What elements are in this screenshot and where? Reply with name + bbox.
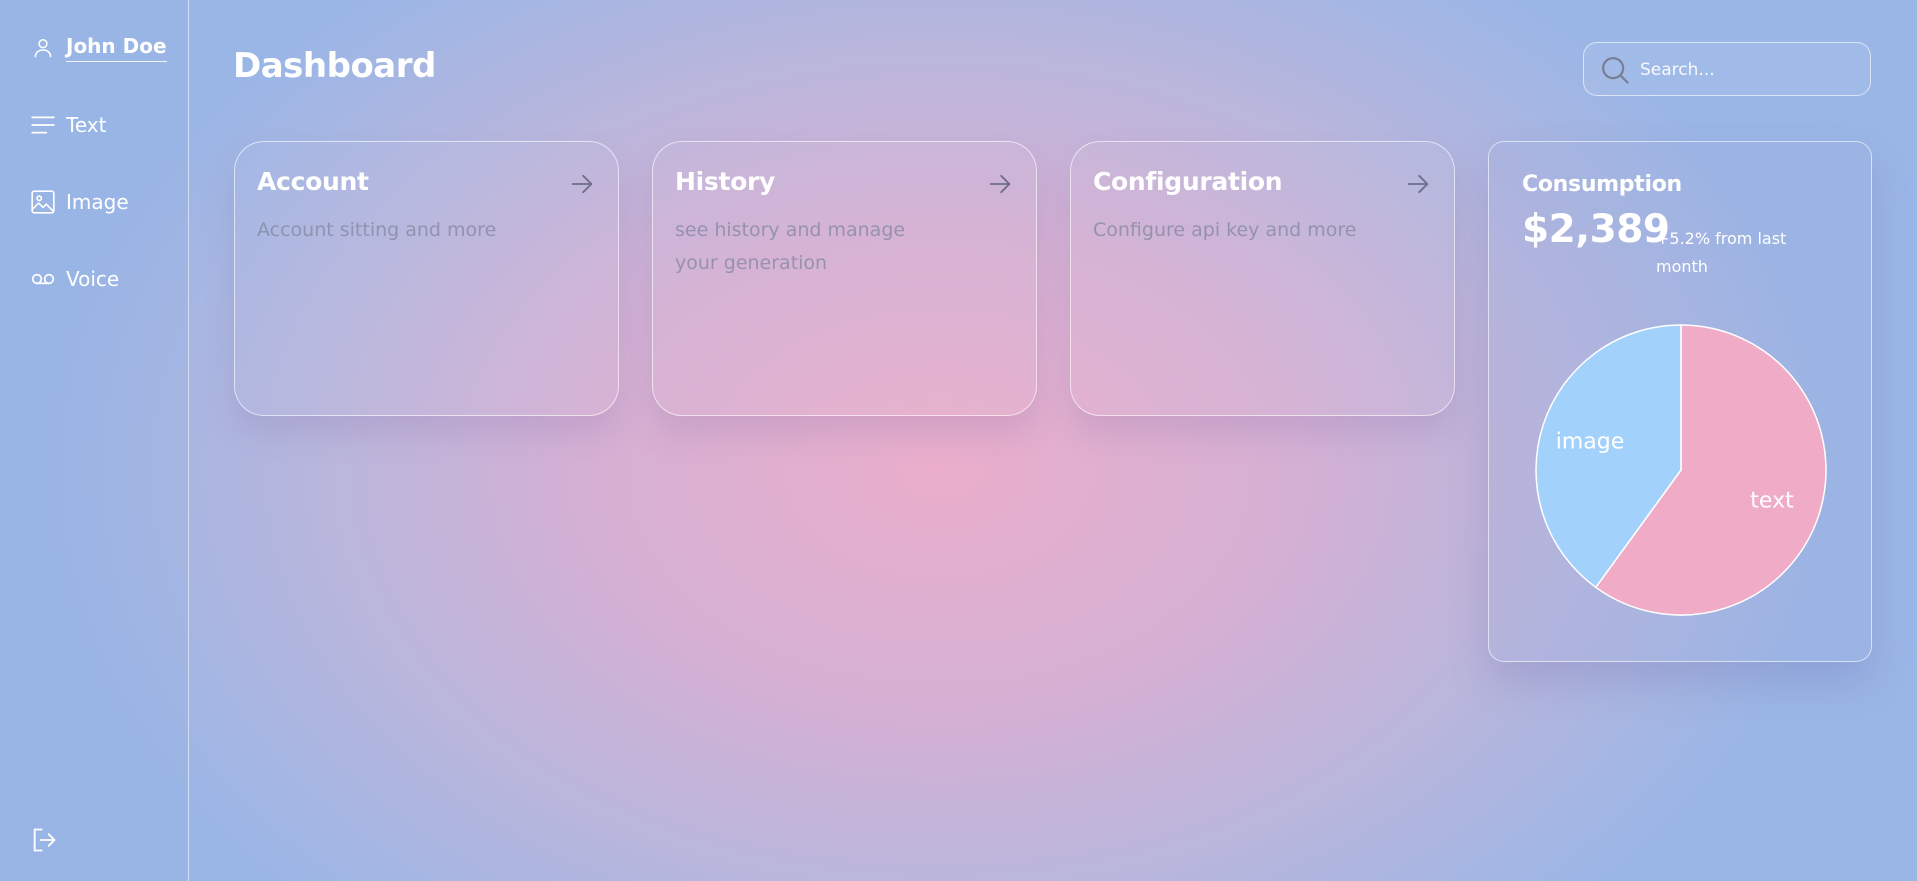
user-name: John Doe xyxy=(66,34,167,62)
arrow-right-icon[interactable] xyxy=(986,170,1014,198)
search-input[interactable] xyxy=(1638,55,1862,85)
search-box[interactable] xyxy=(1583,42,1871,96)
card-title: History xyxy=(675,167,776,196)
arrow-right-icon[interactable] xyxy=(1404,170,1432,198)
sidebar-item-label: Voice xyxy=(66,267,120,291)
arrow-right-icon[interactable] xyxy=(568,170,596,198)
consumption-amount: $2,389 xyxy=(1522,207,1670,252)
logout-icon[interactable] xyxy=(30,826,58,854)
search-icon xyxy=(1602,57,1629,84)
sidebar: John Doe Text Image Voice xyxy=(0,0,189,881)
page-title: Dashboard xyxy=(233,46,436,86)
consumption-card: Consumption $2,389 +5.2% from last month… xyxy=(1488,141,1872,662)
user-icon xyxy=(34,39,52,58)
consumption-title: Consumption xyxy=(1522,172,1682,197)
pie-label-image: image xyxy=(1556,429,1625,454)
history-card[interactable]: History see history and manage your gene… xyxy=(652,141,1037,416)
card-description: Configure api key and more xyxy=(1093,219,1357,241)
account-card[interactable]: Account Account sitting and more xyxy=(234,141,619,416)
sidebar-item-label: Text xyxy=(66,113,107,137)
user-profile[interactable]: John Doe xyxy=(30,34,167,62)
voicemail-icon xyxy=(31,273,55,285)
card-description: see history and manage your generation xyxy=(675,219,906,274)
pie-label-text: text xyxy=(1750,489,1794,514)
configuration-card[interactable]: Configuration Configure api key and more xyxy=(1070,141,1455,416)
sidebar-item-voice[interactable]: Voice xyxy=(30,266,119,292)
sidebar-item-text[interactable]: Text xyxy=(30,112,106,138)
sidebar-item-image[interactable]: Image xyxy=(30,189,129,215)
card-description: Account sitting and more xyxy=(257,219,497,241)
card-title: Configuration xyxy=(1093,167,1283,196)
sidebar-item-label: Image xyxy=(66,190,129,214)
image-icon xyxy=(31,190,55,214)
consumption-pie-chart: text image xyxy=(1535,324,1827,616)
consumption-change: +5.2% from last month xyxy=(1656,229,1787,276)
card-title: Account xyxy=(257,167,369,196)
menu-lines-icon xyxy=(31,116,55,134)
